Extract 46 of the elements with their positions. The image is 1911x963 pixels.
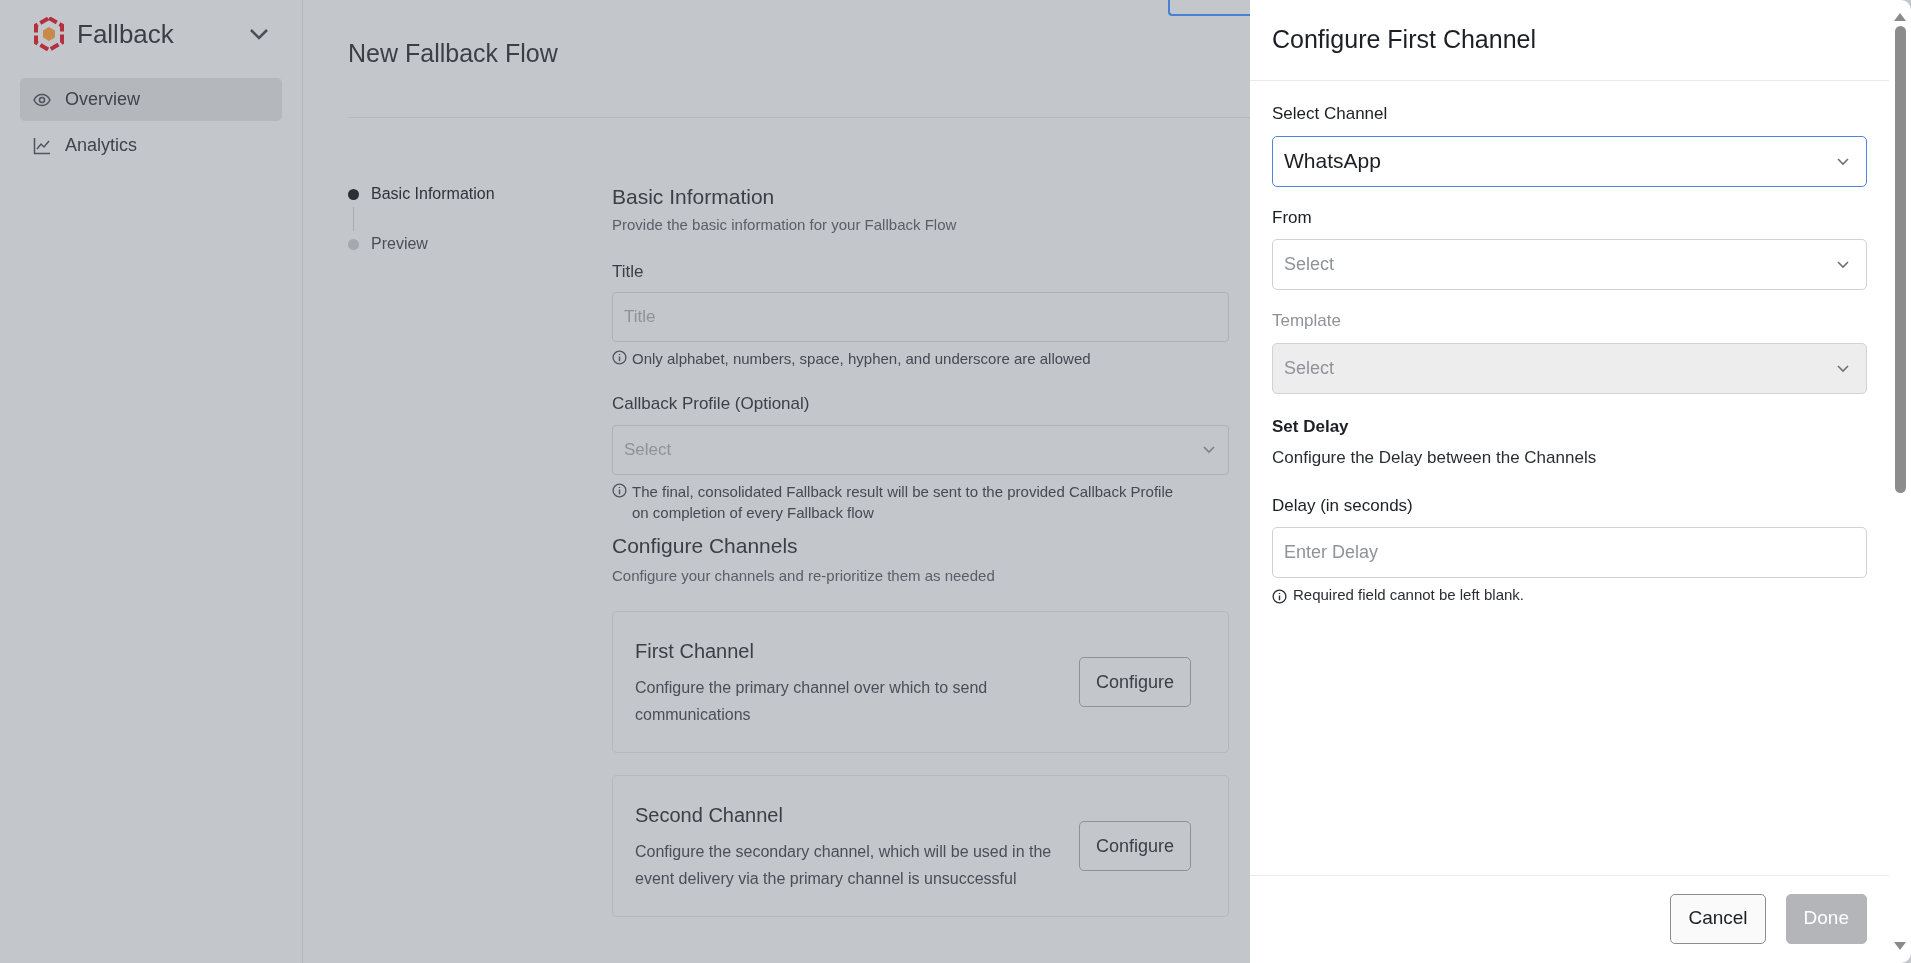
line-chart-icon: [33, 136, 51, 155]
select-field[interactable]: Select: [1272, 239, 1867, 290]
hint-text: Only alphabet, numbers, space, hyphen, and underscore are allowed: [632, 349, 1091, 369]
card-title: Second Channel: [635, 803, 784, 828]
step-label[interactable]: Basic Information: [371, 182, 495, 206]
nav-item[interactable]: Analytics: [20, 124, 282, 167]
nav-item[interactable]: Overview: [20, 78, 282, 121]
step-label[interactable]: Preview: [371, 232, 428, 256]
app-name: Fallback: [77, 17, 174, 51]
field-label: Select Channel: [1272, 103, 1389, 125]
configure-button[interactable]: Configure: [1078, 821, 1191, 871]
scrollbar-thumb[interactable]: [1894, 26, 1906, 493]
chevron-down-icon: [1202, 445, 1216, 454]
page-title: New Fallback Flow: [348, 37, 558, 69]
card-title: First Channel: [635, 639, 755, 664]
hint-text: The final, consolidated Fallback result will be sent to the provided Callback Profile on completion of every Fallback flow: [632, 481, 1175, 523]
eye-icon: [33, 92, 51, 107]
scroll-down-icon[interactable]: [1893, 941, 1907, 951]
section-description: Configure the Delay between the Channels: [1272, 447, 1598, 469]
section-heading: Configure Channels: [612, 532, 799, 559]
info-icon: [612, 482, 627, 498]
field-label: Delay (in seconds): [1272, 494, 1414, 517]
logo-icon: [33, 17, 65, 51]
scroll-up-icon[interactable]: [1893, 12, 1907, 22]
configure-button[interactable]: Configure: [1078, 657, 1191, 707]
card-description: Configure the primary channel over which to send communications: [635, 678, 989, 725]
field-label: Callback Profile (Optional): [612, 393, 811, 415]
field-label: Title: [612, 260, 645, 283]
chevron-down-icon: [1836, 363, 1850, 373]
chevron-down-icon: [1836, 260, 1850, 269]
field-label: Template: [1272, 310, 1342, 332]
input-field[interactable]: Enter Delay: [1272, 527, 1867, 578]
drawer-title: Configure First Channel: [1272, 23, 1536, 55]
select-field[interactable]: WhatsApp: [1272, 135, 1867, 187]
chevron-down-icon[interactable]: [249, 28, 269, 40]
chevron-down-icon: [1836, 156, 1850, 166]
info-icon: [1272, 588, 1287, 604]
field-label: From: [1272, 206, 1313, 229]
section-subtitle: Configure your channels and re-prioritize them as needed: [612, 565, 996, 586]
section-heading: Basic Information: [612, 184, 776, 210]
section-subtitle: Provide the basic information for your Fallback Flow: [612, 215, 958, 235]
info-icon: [612, 350, 627, 365]
error-text: Required field cannot be left blank.: [1293, 585, 1524, 605]
drawer-button[interactable]: Cancel: [1670, 893, 1766, 944]
card-description: Configure the secondary channel, which will be used in the event delivery via the primary channel is unsuccessful: [635, 842, 1053, 889]
section-heading: Set Delay: [1272, 415, 1350, 438]
